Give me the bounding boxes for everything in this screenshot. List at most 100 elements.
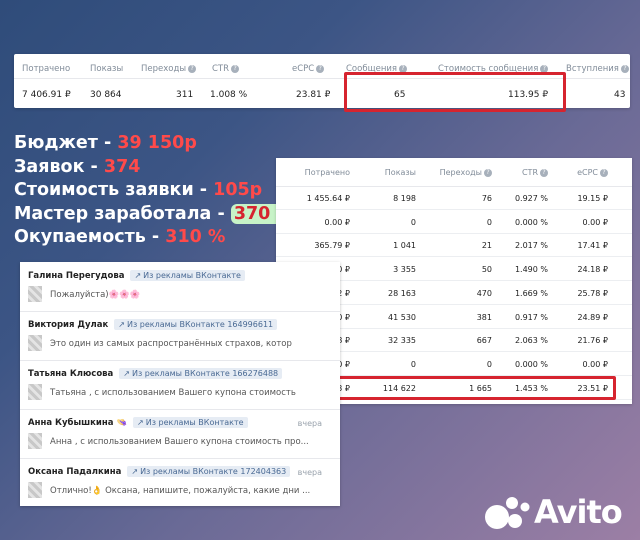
value-joins: 43 <box>614 90 626 100</box>
help-icon[interactable]: ? <box>316 65 325 73</box>
source-tag[interactable]: ↗ Из рекламы ВКонтакте 164996611 <box>114 319 278 330</box>
cell-clicks: 76 <box>481 194 492 203</box>
message-preview: Отлично!👌 Оксана, напишите, пожалуйста, … <box>50 486 311 496</box>
message-preview: Пожалуйста)🌸🌸🌸 <box>50 290 141 300</box>
cell-ctr: 0.917 % <box>514 312 548 322</box>
avito-dots-icon <box>485 497 530 529</box>
help-icon[interactable]: ? <box>484 169 492 177</box>
help-icon[interactable]: ? <box>231 65 240 73</box>
header-impressions: Показы <box>90 64 124 74</box>
cell-impressions: 0 <box>410 217 416 227</box>
arrow-up-right-icon: ↗ <box>123 369 130 378</box>
cell-ctr: 2.017 % <box>514 241 548 251</box>
highlight-box-messages <box>344 72 566 112</box>
message-time: вчера <box>297 468 322 477</box>
arrow-up-right-icon: ↗ <box>131 467 139 476</box>
header-ctr: CTR? <box>522 168 548 177</box>
cell-spent: 365.79 ₽ <box>314 241 350 251</box>
cell-ctr: 0.000 % <box>514 359 548 369</box>
header-ecpc: eCPC? <box>292 64 325 74</box>
arrow-up-right-icon: ↗ <box>134 271 142 280</box>
help-icon[interactable]: ? <box>188 65 197 73</box>
value-clicks: 311 <box>176 90 194 100</box>
list-item[interactable]: Анна Кубышкина 👒 ↗ Из рекламы ВКонтакте Анн… <box>20 409 340 459</box>
arrow-up-right-icon: ↗ <box>118 320 125 329</box>
list-item[interactable]: Татьяна Клюсова ↗ Из рекламы ВКонтакте 166… <box>20 360 340 410</box>
summary-budget: Бюджет - 39 150р <box>14 133 197 153</box>
message-time: вчера <box>297 419 322 428</box>
avatar[interactable] <box>28 433 42 449</box>
help-icon[interactable]: ? <box>620 65 629 73</box>
source-tag[interactable]: ↗ Из рекламы ВКонтакте <box>130 270 245 281</box>
cell-ctr: 2.063 % <box>514 336 548 346</box>
value-ecpc: 23.81 ₽ <box>296 90 331 100</box>
value-spent: 7 406.91 ₽ <box>22 90 71 100</box>
cell-clicks: 0 <box>486 359 492 369</box>
table-row: 365.79 ₽ 1 041 21 2.017 % 17.41 ₽ <box>276 233 632 258</box>
avito-logo: Avito <box>482 494 628 530</box>
header-joins: Вступления? <box>566 64 629 74</box>
header-impressions: Показы <box>384 168 416 177</box>
cell-clicks: 50 <box>481 265 492 275</box>
cell-ecpc: 21.76 ₽ <box>577 336 608 346</box>
source-tag[interactable]: ↗ Из рекламы ВКонтакте <box>133 417 248 428</box>
header-ecpc: eCPC? <box>577 168 608 177</box>
cell-impressions: 0 <box>410 359 416 369</box>
avito-logo-text: Avito <box>534 493 623 531</box>
list-item[interactable]: Оксана Падалкина ↗ Из рекламы ВКонтакте 17… <box>20 458 340 506</box>
cell-ecpc: 25.78 ₽ <box>577 288 608 298</box>
cell-impressions: 41 530 <box>388 312 416 322</box>
cell-ctr: 0.000 % <box>514 217 548 227</box>
avatar[interactable] <box>28 286 42 302</box>
cell-ecpc: 19.15 ₽ <box>577 194 608 203</box>
cell-spent: 0.00 ₽ <box>324 217 350 227</box>
source-tag[interactable]: ↗ Из рекламы ВКонтакте 166276488 <box>119 368 283 379</box>
sender-name: Татьяна Клюсова ↗ Из рекламы ВКонтакте 166… <box>28 368 283 379</box>
cell-ctr: 1.669 % <box>514 288 548 298</box>
sender-name: Виктория Дулак ↗ Из рекламы ВКонтакте 1649… <box>28 319 278 330</box>
cell-impressions: 28 163 <box>388 288 416 298</box>
cell-impressions: 32 335 <box>388 336 416 346</box>
campaign-stats-header: Потрачено Показы Переходы? CTR? eCPC? <box>276 158 632 187</box>
message-preview: Татьяна , с использованием Вашего купона… <box>50 388 296 398</box>
header-spent: Потрачено <box>304 168 350 177</box>
arrow-up-right-icon: ↗ <box>137 418 144 427</box>
list-item[interactable]: Галина Перегудова ↗ Из рекламы ВКонтакте По… <box>20 262 340 312</box>
header-ctr: CTR? <box>212 64 240 74</box>
cell-ecpc: 17.41 ₽ <box>577 241 608 251</box>
cell-ecpc: 24.89 ₽ <box>577 312 608 322</box>
cell-clicks: 470 <box>476 288 492 298</box>
help-icon[interactable]: ? <box>540 169 548 177</box>
cell-ecpc: 24.18 ₽ <box>577 265 608 275</box>
messages-list: Галина Перегудова ↗ Из рекламы ВКонтакте По… <box>20 262 340 506</box>
cell-impressions: 1 041 <box>393 241 416 251</box>
cell-impressions: 8 198 <box>393 194 416 203</box>
header-clicks: Переходы? <box>440 168 492 177</box>
cell-ecpc: 0.00 ₽ <box>582 359 608 369</box>
value-ctr: 1.008 % <box>210 90 248 100</box>
table-row: 1 455.64 ₽ 8 198 76 0.927 % 19.15 ₽ <box>276 186 632 210</box>
sender-name: Анна Кубышкина 👒 ↗ Из рекламы ВКонтакте <box>28 417 248 428</box>
cell-clicks: 21 <box>481 241 492 251</box>
cell-clicks: 0 <box>486 217 492 227</box>
sender-name: Галина Перегудова ↗ Из рекламы ВКонтакте <box>28 270 245 281</box>
cell-impressions: 3 355 <box>393 265 416 275</box>
list-item[interactable]: Виктория Дулак ↗ Из рекламы ВКонтакте 1649… <box>20 311 340 361</box>
cell-spent: 1 455.64 ₽ <box>306 194 350 203</box>
cell-ctr: 1.490 % <box>514 265 548 275</box>
cell-ctr: 0.927 % <box>514 194 548 203</box>
table-row: 0.00 ₽ 0 0 0.000 % 0.00 ₽ <box>276 210 632 234</box>
message-preview: Это один из самых распространённых страх… <box>50 339 292 349</box>
value-impressions: 30 864 <box>90 90 122 100</box>
cell-clicks: 667 <box>476 336 492 346</box>
header-clicks: Переходы? <box>141 64 197 74</box>
message-preview: Анна , с использованием Вашего купона ст… <box>50 437 309 447</box>
cell-clicks: 381 <box>476 312 492 322</box>
source-tag[interactable]: ↗ Из рекламы ВКонтакте 172404363 <box>127 466 291 477</box>
help-icon[interactable]: ? <box>600 169 608 177</box>
avatar[interactable] <box>28 335 42 351</box>
avatar[interactable] <box>28 482 42 498</box>
header-spent: Потрачено <box>22 64 71 74</box>
avatar[interactable] <box>28 384 42 400</box>
cell-ecpc: 0.00 ₽ <box>582 217 608 227</box>
